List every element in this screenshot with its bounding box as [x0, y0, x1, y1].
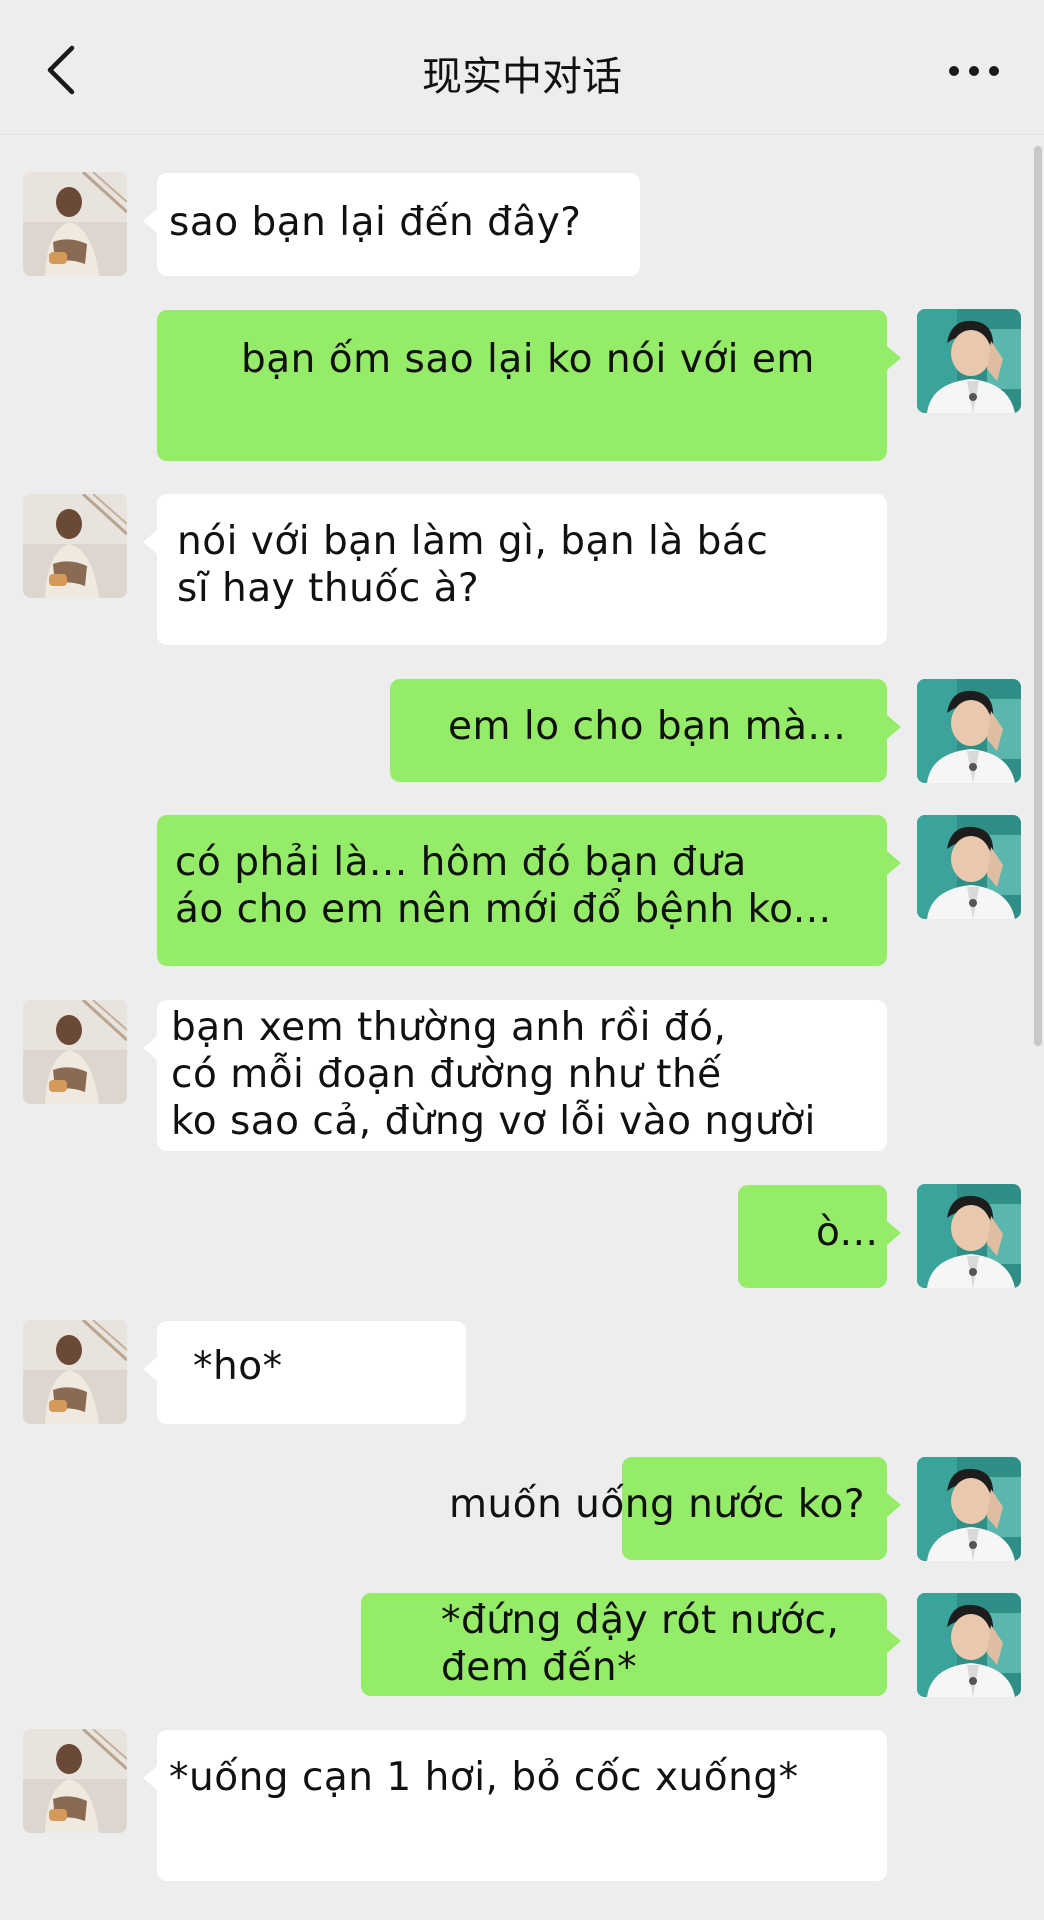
- contact-avatar-icon: [23, 494, 127, 598]
- more-options-button[interactable]: [946, 56, 1002, 86]
- user-avatar-icon: [917, 1593, 1021, 1697]
- message-bubble[interactable]: ò...: [738, 1185, 901, 1288]
- message-bubble[interactable]: nói với bạn làm gì, bạn là bác sĩ hay th…: [143, 494, 887, 645]
- avatar[interactable]: [23, 172, 127, 276]
- contact-avatar-icon: [23, 1729, 127, 1833]
- message-text: có phải là... hôm đó bạn đưa áo cho em n…: [175, 840, 832, 932]
- message-bubble[interactable]: *uống cạn 1 hơi, bỏ cốc xuống*: [143, 1730, 887, 1881]
- avatar[interactable]: [23, 494, 127, 598]
- user-avatar-icon: [917, 309, 1021, 413]
- message-text: *ho*: [193, 1344, 283, 1389]
- message-bubble[interactable]: *ho*: [143, 1321, 466, 1424]
- message-bubble[interactable]: em lo cho bạn mà...: [390, 679, 901, 782]
- user-avatar-icon: [917, 1184, 1021, 1288]
- user-avatar-icon: [917, 815, 1021, 919]
- more-dots-icon: [949, 66, 999, 76]
- message-bubble[interactable]: muốn uống nước ko?: [449, 1457, 901, 1560]
- user-avatar-icon: [917, 1457, 1021, 1561]
- message-bubble[interactable]: bạn ốm sao lại ko nói với em: [157, 310, 901, 461]
- message-text: *đứng dậy rót nước, đem đến*: [441, 1598, 840, 1690]
- chat-title: 现实中对话: [422, 54, 622, 100]
- avatar[interactable]: [917, 1184, 1021, 1288]
- avatar[interactable]: [917, 679, 1021, 783]
- message-text: *uống cạn 1 hơi, bỏ cốc xuống*: [169, 1755, 799, 1800]
- contact-avatar-icon: [23, 172, 127, 276]
- message-text: bạn xem thường anh rồi đó, có mỗi đoạn đ…: [171, 1005, 816, 1144]
- message-bubble[interactable]: bạn xem thường anh rồi đó, có mỗi đoạn đ…: [143, 1000, 887, 1151]
- avatar[interactable]: [23, 1729, 127, 1833]
- avatar[interactable]: [23, 1320, 127, 1424]
- message-text: muốn uống nước ko?: [449, 1482, 866, 1527]
- message-text: nói với bạn làm gì, bạn là bác sĩ hay th…: [177, 519, 769, 611]
- message-text: ò...: [816, 1210, 879, 1255]
- avatar[interactable]: [23, 1000, 127, 1104]
- contact-avatar-icon: [23, 1320, 127, 1424]
- scroll-indicator[interactable]: [1034, 146, 1042, 1046]
- chat-screen: 现实中对话 sao bạn lại đến đây? bạn ốm sao lạ…: [0, 0, 1044, 1920]
- message-bubble[interactable]: có phải là... hôm đó bạn đưa áo cho em n…: [157, 815, 901, 966]
- avatar[interactable]: [917, 1593, 1021, 1697]
- message-text: bạn ốm sao lại ko nói với em: [241, 337, 815, 382]
- message-bubble[interactable]: sao bạn lại đến đây?: [143, 173, 640, 276]
- avatar[interactable]: [917, 309, 1021, 413]
- avatar[interactable]: [917, 1457, 1021, 1561]
- message-text: em lo cho bạn mà...: [448, 704, 847, 749]
- message-text: sao bạn lại đến đây?: [169, 200, 582, 245]
- message-bubble[interactable]: *đứng dậy rót nước, đem đến*: [361, 1593, 901, 1696]
- user-avatar-icon: [917, 679, 1021, 783]
- chat-header: 现实中对话: [0, 0, 1044, 135]
- contact-avatar-icon: [23, 1000, 127, 1104]
- avatar[interactable]: [917, 815, 1021, 919]
